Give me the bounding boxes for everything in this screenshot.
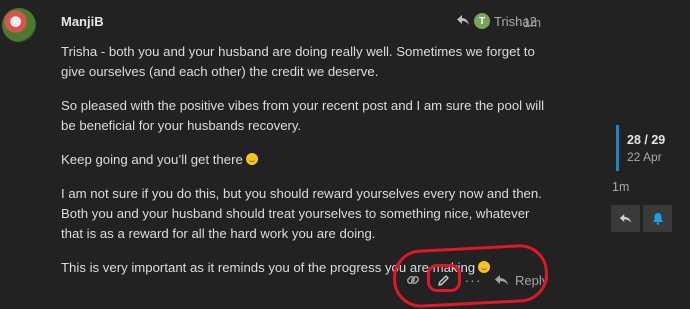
timeline-last-post-time[interactable]: 1m bbox=[612, 180, 629, 194]
timeline-date: 22 Apr bbox=[627, 150, 662, 164]
post-paragraph: I am not sure if you do this, but you sh… bbox=[61, 186, 542, 241]
annotation-circle-edit bbox=[427, 264, 461, 292]
post-paragraph: Trisha - both you and your husband are d… bbox=[61, 44, 535, 79]
post-paragraph: Keep going and you’ll get there bbox=[61, 150, 551, 170]
post-paragraph: So pleased with the positive vibes from … bbox=[61, 98, 545, 133]
user-avatar[interactable] bbox=[2, 8, 36, 42]
post-time[interactable]: 1m bbox=[523, 15, 541, 30]
smile-emoji-icon bbox=[245, 153, 258, 165]
reply-to-avatar: T bbox=[474, 13, 490, 29]
post: ManjiB T Trisha2 1m Trisha - both you an… bbox=[0, 0, 560, 309]
post-paragraph-text: Keep going and you’ll get there bbox=[61, 152, 243, 167]
timeline-scroll-handle[interactable] bbox=[616, 125, 619, 171]
notifications-button[interactable] bbox=[643, 205, 672, 232]
post-username[interactable]: ManjiB bbox=[61, 14, 104, 29]
topic-reply-button[interactable] bbox=[611, 205, 640, 232]
bell-icon bbox=[652, 213, 663, 225]
reply-icon bbox=[619, 214, 632, 223]
timeline-post-count: 28 / 29 bbox=[627, 133, 666, 147]
annotation-circle-actions bbox=[391, 242, 550, 309]
reply-arrow-icon bbox=[456, 14, 470, 29]
